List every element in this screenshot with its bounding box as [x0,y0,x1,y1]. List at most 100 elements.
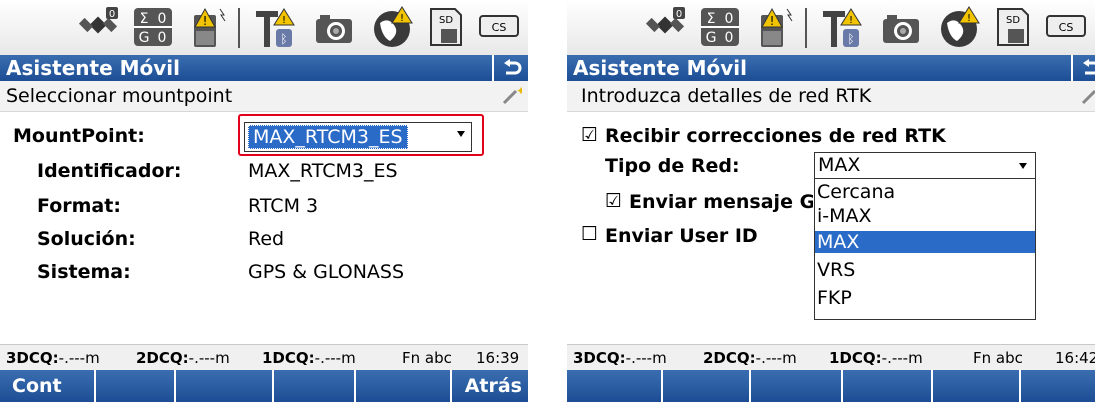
softkey-f5[interactable] [933,370,1021,402]
svg-text:Σ: Σ [707,11,716,27]
counter-bottom-label: G [139,30,150,46]
network-type-dropdown[interactable]: MAX [814,152,1036,180]
format-value: RTCM 3 [248,195,319,217]
screen-rtk-details: 0 Σ0G0 ! ! ᛒ ! SD CS Asistente Móvil Int… [567,0,1095,402]
softkey-bar: Cont Atrás [0,370,528,402]
3dcq-readout: 3DCQ:-.---m [6,349,100,367]
3dcq-readout: 3DCQ:-.---m [573,349,667,367]
softkey-f4[interactable] [274,370,356,402]
cs-label: CS [492,21,507,34]
svg-text:!: ! [770,14,775,28]
camera-icon[interactable] [312,4,356,50]
page-title: Asistente Móvil [6,56,180,80]
page-title: Asistente Móvil [573,56,747,80]
title-bar: Asistente Móvil [567,55,1095,81]
solucion-label: Solución: [37,228,136,250]
softkey-f6[interactable] [1021,370,1095,402]
sd-card-icon[interactable]: SD [995,4,1031,50]
title-bar: Asistente Móvil [0,55,528,81]
svg-text:✦: ✦ [516,85,522,98]
input-mode: Fn abc [402,349,452,367]
clock: 16:42 [1055,349,1095,367]
svg-text:0: 0 [725,30,734,46]
1dcq-readout: 1DCQ:-.---m [262,349,356,367]
back-icon[interactable] [1071,55,1095,81]
send-user-id-checkbox[interactable]: ☐ [581,223,598,245]
option-max[interactable]: MAX [815,231,1035,253]
softkey-f3[interactable] [751,370,843,402]
svg-text:0: 0 [109,9,115,20]
softkey-f2[interactable] [663,370,751,402]
sd-card-icon[interactable]: SD [428,4,464,50]
cs-icon[interactable]: CS [478,4,520,50]
globe-icon[interactable]: ! [370,4,414,50]
2dcq-readout: 2DCQ:-.---m [703,349,797,367]
page-subtitle: Seleccionar mountpoint [6,85,233,107]
softkey-f1[interactable] [567,370,663,402]
send-message-checkbox[interactable]: ☑ [605,190,622,212]
network-type-value: MAX [818,154,861,176]
battery-icon[interactable]: ! [753,4,797,50]
svg-text:!: ! [849,15,853,26]
identificador-label: Identificador: [37,160,182,182]
atras-button[interactable]: Atrás [452,370,528,402]
battery-icon[interactable]: ! [186,4,230,50]
softkey-f2[interactable] [96,370,176,402]
subtitle-bar: Introduzca detalles de red RTK ✦ [567,81,1095,112]
quality-status-bar: 3DCQ:-.---m 2DCQ:-.---m 1DCQ:-.---m Fn a… [567,344,1095,371]
svg-text:G: G [706,30,717,46]
sistema-value: GPS & GLONASS [248,261,405,283]
sistema-label: Sistema: [37,261,131,283]
softkey-f4[interactable] [843,370,933,402]
solucion-value: Red [248,228,285,250]
satellite-icon[interactable]: 0 [645,4,689,50]
camera-icon[interactable] [879,4,923,50]
cs-icon[interactable]: CS [1045,4,1087,50]
svg-text:!: ! [203,14,208,28]
network-type-label: Tipo de Red: [605,155,740,177]
subtitle-bar: Seleccionar mountpoint ✦ [0,81,528,112]
svg-text:0: 0 [676,9,682,20]
cont-button[interactable]: Cont [0,370,96,402]
receive-corrections-checkbox[interactable]: ☑ [581,124,598,146]
svg-text:SD: SD [1006,15,1020,26]
network-type-options-list[interactable]: Cercana i-MAX MAX VRS FKP [814,178,1036,320]
status-bar: 0 Σ0G0 ! ! ᛒ ! SD CS [0,0,528,55]
svg-text:CS: CS [1059,21,1074,34]
option-cercana[interactable]: Cercana [815,181,1035,203]
svg-text:ᛒ: ᛒ [280,32,287,46]
status-bar: 0 Σ0G0 ! ! ᛒ ! SD CS [567,0,1095,55]
option-vrs[interactable]: VRS [815,259,1035,281]
globe-icon[interactable]: ! [937,4,981,50]
sigma-counter-icon[interactable]: Σ0G0 [699,4,741,50]
2dcq-readout: 2DCQ:-.---m [136,349,230,367]
svg-text:!: ! [282,15,286,26]
softkey-bar [567,370,1095,402]
wizard-wand-icon: ✦ [500,84,526,116]
sigma-counter-icon[interactable]: Σ0G0 [132,4,174,50]
quality-status-bar: 3DCQ:-.---m 2DCQ:-.---m 1DCQ:-.---m Fn a… [0,344,528,371]
receive-corrections-label: Recibir correcciones de red RTK [605,125,946,147]
clock: 16:39 [476,349,520,367]
svg-text:ᛒ: ᛒ [847,32,854,46]
format-label: Format: [37,195,121,217]
back-icon[interactable] [492,55,522,81]
svg-text:0: 0 [725,11,734,27]
rover-antenna-bluetooth-icon[interactable]: ! ᛒ [819,4,863,50]
satellite-icon[interactable]: 0 [78,4,122,50]
rover-antenna-bluetooth-icon[interactable]: ! ᛒ [252,4,296,50]
page-subtitle: Introduzca detalles de red RTK [581,85,872,107]
softkey-f3[interactable] [176,370,274,402]
option-fkp[interactable]: FKP [815,287,1035,309]
identificador-value: MAX_RTCM3_ES [248,160,398,182]
send-message-label: Enviar mensaje G [629,191,813,213]
mountpoint-label: MountPoint: [13,125,145,147]
softkey-f5[interactable] [356,370,452,402]
counter-bottom-value: 0 [158,30,167,46]
highlight-box [238,114,484,156]
option-i-max[interactable]: i-MAX [815,205,1035,227]
screen-select-mountpoint: 0 Σ0G0 ! ! ᛒ ! SD CS Asistente Móvil Sel… [0,0,528,402]
chevron-down-icon[interactable] [1019,163,1027,169]
svg-text:!: ! [967,13,971,24]
counter-top-label: Σ [140,11,149,27]
